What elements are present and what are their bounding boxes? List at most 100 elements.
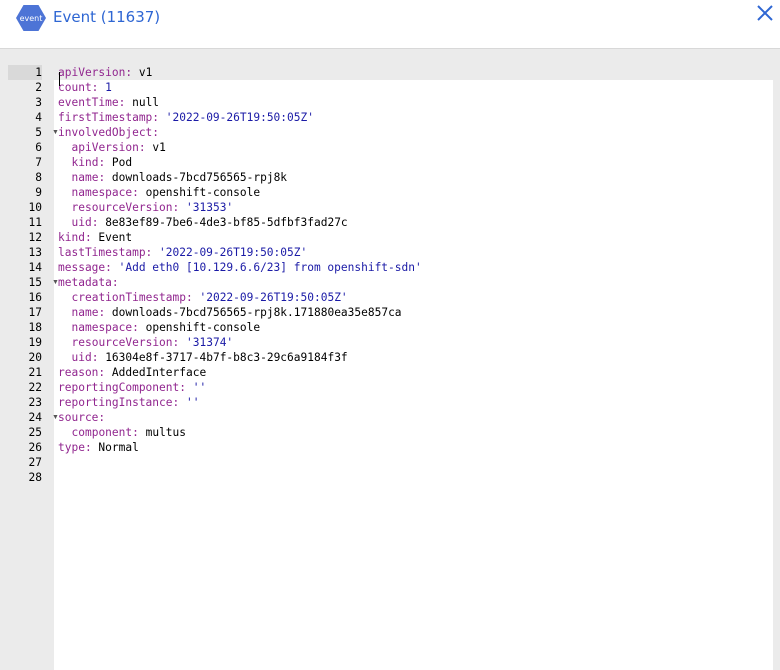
yaml-key: component: (71, 426, 139, 439)
text-cursor (59, 72, 60, 86)
yaml-value: multus (138, 426, 187, 439)
code-line[interactable]: resourceVersion: '31353' (72, 200, 234, 215)
yaml-key: reportingInstance: (58, 396, 180, 409)
line-number: 21 (28, 366, 42, 379)
yaml-key: eventTime: (58, 96, 126, 109)
line-number: 10 (28, 201, 42, 214)
modal-title: Event (11637) (53, 8, 161, 26)
yaml-key: namespace: (71, 321, 139, 334)
yaml-value: 8e83ef89-7be6-4de3-bf85-5dfbf3fad27c (98, 216, 348, 229)
code-line[interactable]: apiVersion: v1 (58, 65, 152, 80)
yaml-value: downloads-7bcd756565-rpj8k.171880ea35e85… (105, 306, 402, 319)
yaml-key: uid: (71, 216, 99, 229)
yaml-value: v1 (132, 66, 153, 79)
line-number: 12 (28, 231, 42, 244)
yaml-key: reportingComponent: (58, 381, 186, 394)
code-line[interactable]: type: Normal (58, 440, 139, 455)
line-number: 2 (35, 81, 42, 94)
line-number: 26 (28, 441, 42, 454)
yaml-value: '2022-09-26T19:50:05Z' (192, 291, 348, 304)
yaml-key: source: (58, 411, 106, 424)
yaml-key: reason: (58, 366, 106, 379)
code-line[interactable]: eventTime: null (58, 95, 159, 110)
code-line[interactable]: lastTimestamp: '2022-09-26T19:50:05Z' (58, 245, 307, 260)
yaml-key: apiVersion: (58, 66, 133, 79)
yaml-key: namespace: (71, 186, 139, 199)
line-number: 16 (28, 291, 42, 304)
yaml-key: count: (58, 81, 99, 94)
yaml-value: '' (179, 396, 200, 409)
close-icon[interactable] (754, 2, 776, 24)
yaml-key: kind: (58, 231, 92, 244)
yaml-value: 16304e8f-3717-4b7f-b8c3-29c6a9184f3f (98, 351, 348, 364)
yaml-key: name: (71, 306, 106, 319)
line-number: 5 (35, 126, 42, 139)
code-line[interactable]: component: multus (72, 425, 187, 440)
modal-header: event Event (11637) (0, 0, 780, 49)
line-number: 15 (28, 276, 42, 289)
line-number: 17 (28, 306, 42, 319)
code-line[interactable]: reason: AddedInterface (58, 365, 206, 380)
yaml-key: kind: (71, 156, 106, 169)
yaml-value: Event (91, 231, 133, 244)
yaml-value: openshift-console (138, 321, 261, 334)
line-number: 1 (8, 65, 42, 80)
yaml-value: v1 (145, 141, 166, 154)
yaml-key: lastTimestamp: (58, 246, 153, 259)
code-line[interactable]: source: (58, 410, 105, 425)
code-line[interactable]: involvedObject: (58, 125, 159, 140)
yaml-value: '' (185, 381, 207, 394)
yaml-value: Pod (105, 156, 133, 169)
code-line[interactable]: message: 'Add eth0 [10.129.6.6/23] from … (58, 260, 422, 275)
editor-active-line-highlight (54, 65, 780, 80)
line-number: 25 (28, 426, 42, 439)
line-number: 4 (35, 111, 42, 124)
code-line[interactable]: name: downloads-7bcd756565-rpj8k.171880e… (72, 305, 402, 320)
line-number: 8 (35, 171, 42, 184)
code-line[interactable]: uid: 16304e8f-3717-4b7f-b8c3-29c6a9184f3… (72, 350, 348, 365)
yaml-key: uid: (71, 351, 99, 364)
line-number: 22 (28, 381, 42, 394)
yaml-key: firstTimestamp: (58, 111, 160, 124)
code-line[interactable]: creationTimestamp: '2022-09-26T19:50:05Z… (72, 290, 348, 305)
code-line[interactable]: reportingInstance: '' (58, 395, 199, 410)
yaml-key: type: (58, 441, 92, 454)
yaml-key: apiVersion: (71, 141, 146, 154)
line-number: 27 (28, 456, 42, 469)
code-line[interactable]: uid: 8e83ef89-7be6-4de3-bf85-5dfbf3fad27… (72, 215, 348, 230)
line-number: 18 (28, 321, 42, 334)
yaml-value: 'Add eth0 [10.129.6.6/23] from openshift… (111, 261, 422, 274)
yaml-value: AddedInterface (105, 366, 207, 379)
yaml-key: resourceVersion: (71, 336, 180, 349)
yaml-editor[interactable]: 1 2 3 4 5 ▼ 6 7 8 9 10 11 12 13 14 15 ▼ 16 17 18 19 20 21 22 23 2… (0, 49, 780, 670)
line-number: 9 (35, 186, 42, 199)
line-number: 28 (28, 471, 42, 484)
code-line[interactable]: apiVersion: v1 (72, 140, 166, 155)
yaml-key: message: (58, 261, 112, 274)
line-number: 6 (35, 141, 42, 154)
code-line[interactable]: metadata: (58, 275, 119, 290)
code-line[interactable]: kind: Pod (72, 155, 133, 170)
line-number: 20 (28, 351, 42, 364)
line-number: 19 (28, 336, 42, 349)
code-line[interactable]: firstTimestamp: '2022-09-26T19:50:05Z' (58, 110, 314, 125)
event-badge-icon: event (16, 5, 46, 31)
yaml-value: '2022-09-26T19:50:05Z' (152, 246, 308, 259)
line-number: 23 (28, 396, 42, 409)
code-line[interactable]: namespace: openshift-console (72, 320, 261, 335)
editor-gutter: 1 2 3 4 5 ▼ 6 7 8 9 10 11 12 13 14 15 ▼ 16 17 18 19 20 21 22 23 2… (8, 65, 59, 670)
yaml-value: '31374' (179, 336, 234, 349)
line-number: 3 (35, 96, 42, 109)
code-line[interactable]: resourceVersion: '31374' (72, 335, 234, 350)
code-line[interactable]: reportingComponent: '' (58, 380, 206, 395)
yaml-key: resourceVersion: (71, 201, 180, 214)
yaml-value: downloads-7bcd756565-rpj8k (105, 171, 288, 184)
line-number: 7 (35, 156, 42, 169)
code-line[interactable]: name: downloads-7bcd756565-rpj8k (72, 170, 288, 185)
code-line[interactable]: count: 1 (58, 80, 112, 95)
yaml-value: null (125, 96, 160, 109)
line-number: 13 (28, 246, 42, 259)
line-number: 11 (28, 216, 42, 229)
code-line[interactable]: namespace: openshift-console (72, 185, 261, 200)
code-line[interactable]: kind: Event (58, 230, 132, 245)
